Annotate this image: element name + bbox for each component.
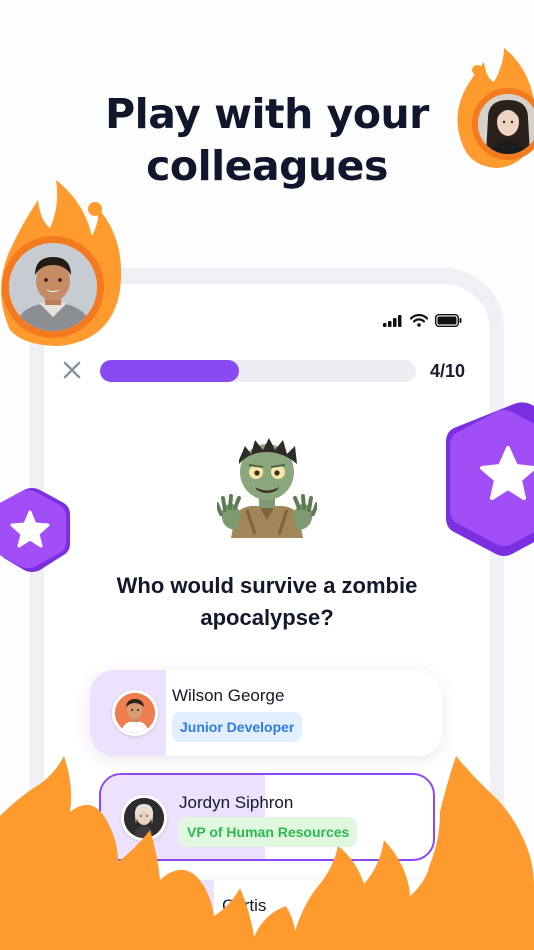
flame-icon [0, 756, 534, 950]
question-line-1: Who would survive a zombie [116, 573, 418, 598]
question-text: Who would survive a zombie apocalypse? [44, 570, 490, 634]
zombie-emoji-icon [217, 438, 317, 538]
app-store-screenshot: Play with your colleagues 4/10 Who would… [0, 0, 534, 950]
quiz-progress-fill [100, 360, 240, 382]
star-hexagon-icon [0, 488, 70, 572]
headline-line-1: Play with your [105, 90, 429, 138]
avatar-man-flame [2, 236, 104, 338]
option-name: Wilson George [172, 686, 285, 705]
avatar [112, 690, 158, 736]
question-counter: 4/10 [430, 361, 466, 381]
avatar-woman-flame [472, 88, 534, 160]
signal-icon [383, 314, 402, 327]
page-title: Play with your colleagues [0, 88, 534, 192]
answer-option-1[interactable]: Wilson George Junior Developer [90, 670, 442, 756]
question-line-2: apocalypse? [200, 605, 334, 630]
wifi-icon [410, 314, 428, 327]
quiz-progress-bar [100, 360, 416, 382]
status-bar [383, 314, 462, 327]
battery-icon [435, 314, 462, 327]
role-badge: Junior Developer [172, 712, 303, 742]
close-icon[interactable] [62, 360, 82, 380]
star-hexagon-icon [446, 402, 534, 556]
